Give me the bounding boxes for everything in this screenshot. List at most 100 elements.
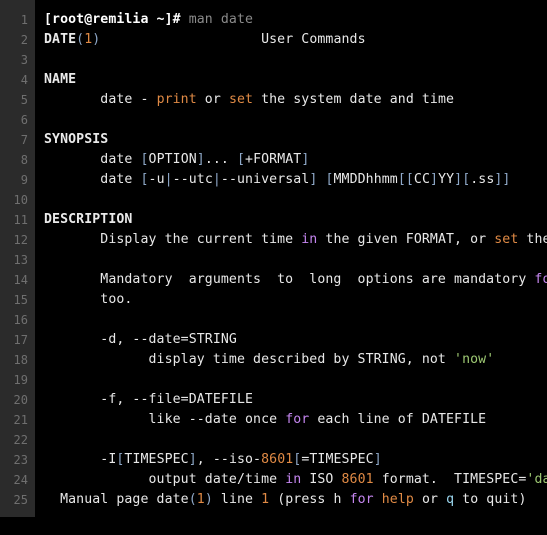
terminal-line: -d, --date=STRING (35, 330, 547, 350)
code-token: YY (438, 172, 455, 187)
line-number: 12 (13, 233, 28, 247)
line-number: 16 (13, 313, 28, 327)
terminal-line: -I[TIMESPEC], --iso-8601[=TIMESPEC] (35, 450, 547, 470)
line-number: 23 (13, 453, 28, 467)
terminal-line: too. (35, 290, 547, 310)
code-token: date (44, 172, 141, 187)
code-token: [ (325, 172, 334, 187)
code-token: ) (204, 492, 213, 507)
code-token: ]] (494, 172, 511, 187)
terminal-line: [root@remilia ~]# man date (35, 10, 547, 30)
code-token: in (301, 232, 318, 247)
code-token: [ (140, 152, 149, 167)
code-token: each line of DATEFILE (309, 412, 487, 427)
code-token: MMDDhhmm (333, 172, 398, 187)
code-token: , --iso- (196, 452, 262, 467)
terminal-line: date [OPTION]... [+FORMAT] (35, 150, 547, 170)
code-token: ... (204, 152, 237, 167)
line-number: 18 (13, 353, 28, 367)
code-token: in (285, 472, 302, 487)
code-token: .ss (470, 172, 495, 187)
code-token: q (446, 492, 455, 507)
code-token: =TIMESPEC (301, 452, 374, 467)
code-token: to quit) (454, 492, 527, 507)
code-token: or (196, 92, 229, 107)
line-number: 11 (13, 213, 28, 227)
code-token: DESCRIPTION (44, 212, 133, 227)
terminal-line: SYNOPSIS (35, 130, 547, 150)
code-token: NAME (44, 72, 77, 87)
code-token: SYNOPSIS (44, 132, 109, 147)
terminal-line: display time described by STRING, not 'n… (35, 350, 547, 370)
code-token: 8601 (341, 472, 374, 487)
code-token: ] (373, 452, 382, 467)
code-token: date - (44, 92, 157, 107)
code-token: like --date once (44, 412, 286, 427)
line-number: 2 (20, 33, 28, 47)
code-token: Mandatory arguments to long options are … (44, 272, 535, 287)
terminal-line: like --date once for each line of DATEFI… (35, 410, 547, 430)
code-token: -I (44, 452, 117, 467)
code-token: help (381, 492, 414, 507)
code-token: ISO (301, 472, 342, 487)
code-token: too. (44, 292, 133, 307)
code-token: DATE (44, 32, 77, 47)
code-token: date (44, 152, 141, 167)
line-number: 15 (13, 293, 28, 307)
code-token: display time described by STRING, not (44, 352, 455, 367)
code-token: the given FORMAT, or (317, 232, 495, 247)
code-token: 'date' (526, 472, 547, 487)
code-token: ( (76, 32, 85, 47)
line-number: 14 (13, 273, 28, 287)
code-token: 1 (196, 492, 205, 507)
code-token: 8601 (261, 452, 294, 467)
code-token: the system date and time (253, 92, 455, 107)
code-token: (press h (269, 492, 350, 507)
line-number: 7 (20, 133, 28, 147)
terminal-line: date [-u|--utc|--universal] [MMDDhhmm[[C… (35, 170, 547, 190)
code-token: [[ (397, 172, 414, 187)
code-token: man date (180, 12, 254, 27)
line-number: 21 (13, 413, 28, 427)
code-token: 1 (261, 492, 270, 507)
code-token: the system (526, 232, 547, 247)
code-token: Display the current time (44, 232, 302, 247)
code-token: line (212, 492, 262, 507)
terminal-line: NAME (35, 70, 547, 90)
line-number: 5 (20, 93, 28, 107)
code-token: --universal (220, 172, 310, 187)
code-token: set (228, 92, 254, 107)
code-token: ] (196, 152, 205, 167)
line-number: 9 (20, 173, 28, 187)
code-token: ] (301, 152, 310, 167)
code-token: for (285, 412, 310, 427)
code-token: set (494, 232, 519, 247)
code-token: ] (430, 172, 439, 187)
code-token: +FORMAT (245, 152, 302, 167)
code-token: | (164, 172, 173, 187)
terminal-output-area[interactable]: [root@remilia ~]# man date DATE(1) User C… (35, 0, 547, 517)
horizontal-scrollbar-track[interactable] (0, 517, 547, 535)
code-token: -d, --date=STRING (44, 332, 237, 347)
terminal-line: date - print or set the system date and … (35, 90, 547, 110)
line-number: 22 (13, 433, 28, 447)
terminal-line: output date/time in ISO 8601 format. TIM… (35, 470, 547, 490)
code-token: for (534, 272, 547, 287)
terminal-line: DATE(1) User Commands (35, 30, 547, 50)
code-token: [root@remilia ~]# (44, 12, 181, 27)
code-token: format. TIMESPEC= (373, 472, 527, 487)
terminal-line: Mandatory arguments to long options are … (35, 270, 547, 290)
code-token: ][ (454, 172, 471, 187)
line-number: 10 (13, 193, 28, 207)
line-number: 25 (13, 493, 28, 507)
terminal-line: Display the current time in the given FO… (35, 230, 547, 250)
line-number: 13 (13, 253, 28, 267)
line-number-list: 1 2 3 4 5 6 7 8 9 10 11 12 13 14 15 16 17 18 19 20 21 22 23 24 2… (0, 0, 35, 510)
line-number: 19 (13, 373, 28, 387)
line-number-gutter: 1 2 3 4 5 6 7 8 9 10 11 12 13 14 15 16 17 18 19 20 21 22 23 24 2… (0, 0, 35, 517)
